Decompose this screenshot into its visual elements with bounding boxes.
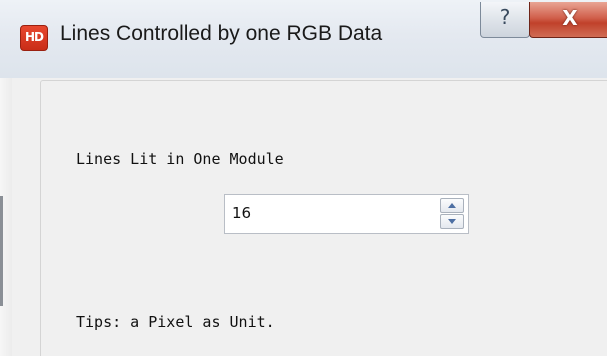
dialog-window: HD Lines Controlled by one RGB Data ? X …: [0, 0, 607, 356]
tips-text: Tips: a Pixel as Unit.: [76, 313, 275, 331]
app-icon-label: HD: [24, 30, 44, 44]
lines-lit-spinbox[interactable]: 16: [224, 194, 469, 234]
window-title: Lines Controlled by one RGB Data: [60, 22, 383, 45]
window-frame-left: [0, 78, 12, 356]
help-button[interactable]: ?: [480, 2, 530, 38]
close-icon: X: [562, 6, 578, 30]
spin-down-button[interactable]: [440, 214, 464, 229]
lines-lit-label: Lines Lit in One Module: [76, 150, 284, 168]
help-icon: ?: [499, 5, 511, 29]
triangle-down-icon: [448, 219, 456, 224]
triangle-up-icon: [448, 203, 456, 208]
title-bar[interactable]: HD Lines Controlled by one RGB Data ? X: [0, 0, 607, 78]
lines-lit-value[interactable]: 16: [232, 204, 251, 222]
hd-logo-icon: HD: [20, 25, 48, 51]
frame-edge-mark: [0, 196, 3, 306]
spin-up-button[interactable]: [440, 198, 464, 213]
close-button[interactable]: X: [529, 2, 607, 38]
